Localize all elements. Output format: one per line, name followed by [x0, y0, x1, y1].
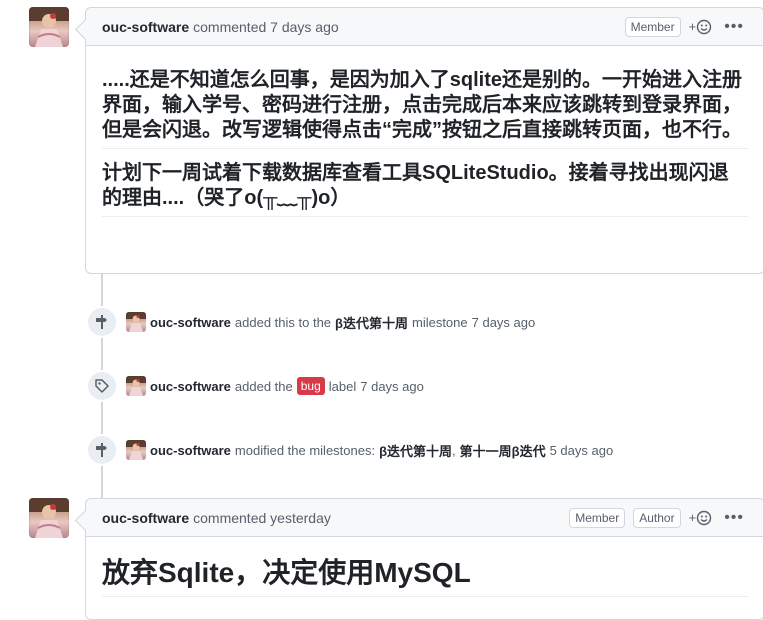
comment-paragraph: .....还是不知道怎么回事，是因为加入了sqlite还是别的。一开始进入注册界…	[102, 69, 743, 141]
event-text: milestone	[411, 314, 468, 330]
event-text: added this to the	[234, 314, 332, 330]
tag-icon	[88, 372, 116, 400]
add-reaction-button[interactable]: +	[689, 19, 713, 35]
event-timestamp[interactable]: 5 days ago	[550, 443, 614, 458]
member-badge: Member	[569, 507, 626, 528]
member-badge: Member	[624, 16, 681, 37]
event-actor[interactable]: ouc-software	[150, 443, 231, 458]
bug-label[interactable]: bug	[296, 377, 325, 395]
timeline-event: ouc-software added the bug label 7 days …	[88, 371, 424, 401]
milestone-icon	[88, 308, 116, 336]
milestone-link[interactable]: 第十一周β迭代	[460, 441, 546, 460]
comment-timestamp[interactable]: commented yesterday	[193, 510, 331, 526]
plus-label: +	[688, 510, 697, 525]
milestone-link[interactable]: β迭代第十周	[335, 313, 408, 332]
comment-body: .....还是不知道怎么回事，是因为加入了sqlite还是别的。一开始进入注册界…	[86, 46, 763, 217]
timeline-event: ouc-software added this to the β迭代第十周 mi…	[88, 307, 535, 337]
comment-author[interactable]: ouc-software	[102, 510, 189, 526]
divider	[102, 596, 748, 597]
comment-author[interactable]: ouc-software	[102, 19, 189, 35]
event-actor[interactable]: ouc-software	[150, 379, 231, 394]
timeline-event: ouc-software modified the milestones: β迭…	[88, 435, 613, 465]
comment-header: ouc-software commented yesterday Member …	[86, 499, 763, 537]
event-timestamp[interactable]: 7 days ago	[360, 379, 424, 394]
comment-card: ouc-software commented 7 days ago Member…	[85, 7, 763, 274]
divider	[102, 148, 748, 149]
divider	[102, 216, 748, 217]
comment-body: 放弃Sqlite，决定使用MySQL	[86, 537, 763, 597]
more-options-icon[interactable]: •••	[720, 509, 748, 527]
event-text: modified the milestones:	[234, 442, 376, 458]
event-text: added the	[234, 378, 293, 394]
milestone-icon	[88, 436, 116, 464]
comment-timestamp[interactable]: commented 7 days ago	[193, 19, 339, 35]
author-badge: Author	[633, 507, 681, 528]
avatar[interactable]	[29, 498, 69, 538]
smiley-icon	[696, 510, 712, 525]
avatar[interactable]	[126, 312, 146, 332]
milestone-link[interactable]: β迭代第十周	[379, 441, 452, 460]
comment-card: ouc-software commented yesterday Member …	[85, 498, 763, 620]
event-actor[interactable]: ouc-software	[150, 315, 231, 330]
plus-label: +	[688, 19, 697, 34]
avatar[interactable]	[126, 440, 146, 460]
add-reaction-button[interactable]: +	[689, 510, 713, 526]
smiley-icon	[696, 19, 712, 34]
event-text: label	[328, 378, 357, 394]
comment-paragraph: 计划下一周试着下载数据库查看工具SQLiteStudio。接着寻找出现闪退的理由…	[102, 162, 729, 209]
avatar[interactable]	[126, 376, 146, 396]
comment-header: ouc-software commented 7 days ago Member…	[86, 8, 763, 46]
avatar[interactable]	[29, 7, 69, 47]
separator: ,	[452, 442, 456, 458]
comment-heading: 放弃Sqlite，决定使用MySQL	[102, 557, 471, 588]
event-timestamp[interactable]: 7 days ago	[472, 315, 536, 330]
more-options-icon[interactable]: •••	[720, 18, 748, 36]
